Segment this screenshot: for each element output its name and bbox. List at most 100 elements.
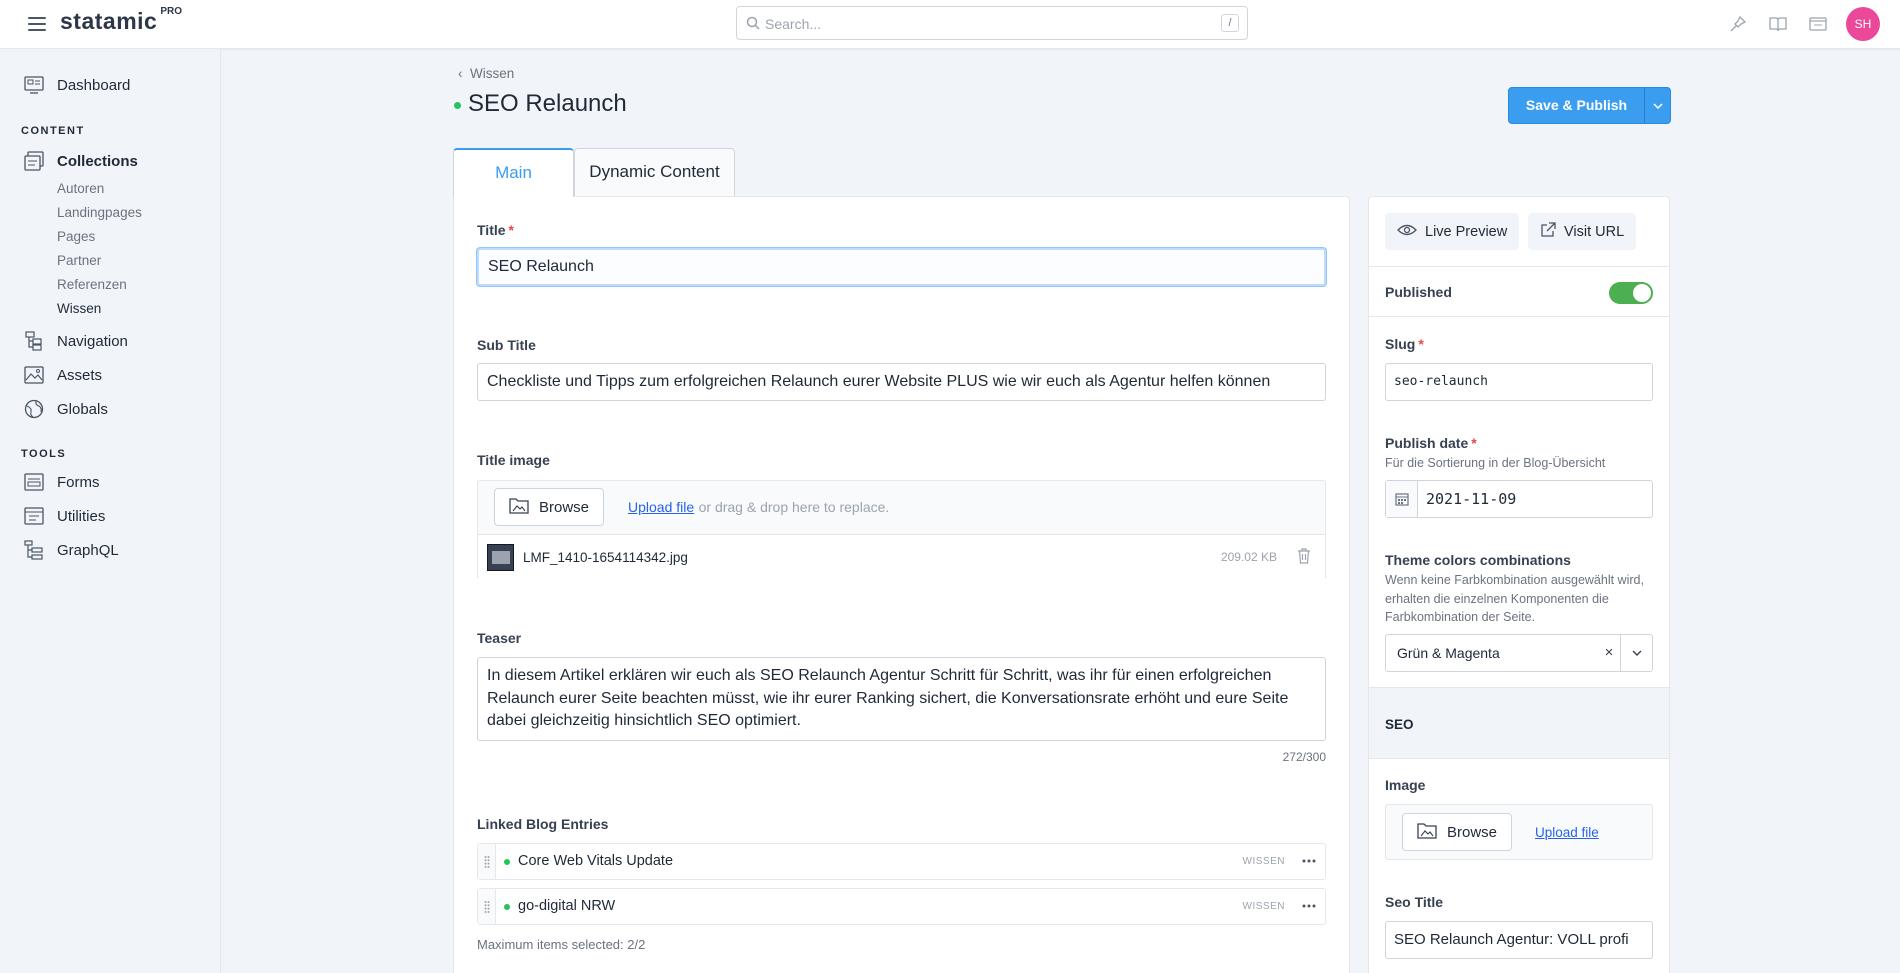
navigation-icon [24,331,44,351]
search-input[interactable]: Search... / [736,6,1248,40]
sidebar-label-assets: Assets [57,366,103,384]
theme-colors-help: Wenn keine Farbkombination ausgewählt wi… [1385,573,1644,624]
hamburger-menu-icon[interactable] [28,17,46,31]
sidebar-subitem-referenzen[interactable]: Referenzen [57,277,127,292]
file-thumbnail[interactable] [487,544,514,571]
save-publish-label: Save & Publish [1525,97,1628,113]
theme-colors-value: Grün & Magenta [1397,645,1500,661]
content-heading: CONTENT [21,125,85,137]
sidebar-label-forms: Forms [57,473,100,491]
globe-icon [24,399,44,419]
theme-colors-label: Theme colors combinations [1385,552,1571,568]
save-publish-button[interactable]: Save & Publish [1508,87,1671,124]
sidebar-item-forms[interactable]: Forms [24,472,100,492]
teaser-textarea[interactable]: In diesem Artikel erklären wir euch als … [477,657,1326,741]
chevron-down-icon[interactable] [1644,88,1670,123]
graphql-icon [24,540,44,560]
published-toggle[interactable] [1609,282,1653,304]
sidebar-item-graphql[interactable]: GraphQL [24,540,119,560]
file-size: 209.02 KB [1220,550,1277,564]
published-label: Published [1385,284,1452,300]
linked-blog-entries-label: Linked Blog Entries [477,816,609,832]
seo-section-header: SEO [1369,687,1669,759]
logo[interactable]: statamic PRO [60,6,182,35]
live-preview-icon [1397,222,1417,242]
sidebar-label-graphql: GraphQL [57,541,119,559]
sidebar-subitem-partner[interactable]: Partner [57,253,101,268]
sidebar-label-utilities: Utilities [57,507,106,525]
linked-entry-collection: WISSEN [1242,856,1285,867]
sidebar-subitem-autoren[interactable]: Autoren [57,181,104,196]
tools-heading: TOOLS [21,448,67,460]
tab-main[interactable]: Main [453,148,574,197]
search-icon [746,16,760,35]
linked-entry-row[interactable]: Core Web Vitals Update WISSEN [477,843,1326,880]
sidebar-subitem-wissen[interactable]: Wissen [57,301,101,316]
sidebar-item-utilities[interactable]: Utilities [24,506,105,526]
drag-handle-icon[interactable] [478,844,496,879]
live-preview-button[interactable]: Live Preview [1385,213,1520,250]
breadcrumb[interactable]: ‹ Wissen [458,66,514,81]
seo-image-uploader: Browse Upload file [1385,804,1653,860]
browse-button[interactable]: Browse [494,488,605,526]
pin-icon[interactable] [1718,7,1758,41]
tab-dynamic-content[interactable]: Dynamic Content [574,148,735,196]
title-image-uploader: Browse Upload file or drag & drop here t… [477,480,1326,580]
linked-entry-title[interactable]: go-digital NRW [518,898,615,914]
sidebar-item-navigation[interactable]: Navigation [24,331,128,351]
utilities-icon [24,506,44,526]
title-input[interactable]: SEO Relaunch [477,248,1326,286]
search-placeholder: Search... [765,16,822,32]
view-site-icon[interactable] [1798,7,1838,41]
external-link-icon [1540,221,1556,242]
subtitle-label: Sub Title [477,337,536,353]
docs-book-icon[interactable] [1758,7,1798,41]
publish-sidebar: Live Preview Visit URL Published Slug * s… [1368,196,1670,973]
clear-selection-icon[interactable]: × [1598,635,1620,671]
title-label: Title * [477,222,514,238]
sidebar-item-collections[interactable]: Collections [24,151,138,171]
sidebar-label-globals: Globals [57,400,108,418]
slug-input[interactable]: seo-relaunch [1385,363,1653,401]
published-status-dot [454,102,461,109]
seo-upload-file-link[interactable]: Upload file [1535,825,1599,840]
edition-badge: PRO [160,6,182,18]
forms-icon [24,472,44,492]
visit-url-button[interactable]: Visit URL [1528,213,1637,250]
seo-browse-button[interactable]: Browse [1402,813,1513,851]
linked-entry-row[interactable]: go-digital NRW WISSEN [477,888,1326,925]
upload-file-link[interactable]: Upload file [628,499,694,515]
publish-date-input[interactable]: 2021-11-09 [1385,480,1653,518]
publish-date-value: 2021-11-09 [1426,490,1517,508]
seo-image-label: Image [1385,777,1426,793]
more-options-icon[interactable] [1301,897,1317,920]
sidebar: Dashboard CONTENT Collections Autoren La… [0,49,221,973]
sidebar-item-assets[interactable]: Assets [24,365,102,385]
page-title: SEO Relaunch [468,90,627,117]
sidebar-subitem-pages[interactable]: Pages [57,229,95,244]
more-options-icon[interactable] [1301,852,1317,875]
theme-colors-select[interactable]: Grün & Magenta × [1385,634,1653,672]
asset-file-row[interactable]: LMF_1410-1654114342.jpg 209.02 KB [478,535,1325,580]
top-bar: statamic PRO Search... / SH [0,0,1900,49]
sidebar-label-navigation: Navigation [57,332,128,350]
subtitle-input[interactable]: Checkliste und Tipps zum erfolgreichen R… [477,363,1326,401]
linked-entry-collection: WISSEN [1242,901,1285,912]
teaser-char-counter: 272/300 [1282,750,1326,764]
teaser-label: Teaser [477,630,522,646]
seo-title-input[interactable]: SEO Relaunch Agentur: VOLL profi [1385,921,1653,959]
chevron-down-icon[interactable] [1620,635,1652,671]
calendar-icon[interactable] [1386,481,1418,517]
entry-status-dot [504,859,510,865]
trash-icon[interactable] [1297,548,1311,569]
drag-handle-icon[interactable] [478,889,496,924]
sidebar-item-dashboard[interactable]: Dashboard [24,75,130,95]
sidebar-item-globals[interactable]: Globals [24,399,108,419]
collections-icon [24,151,44,171]
slug-label: Slug * [1385,336,1424,352]
search-shortcut: / [1221,14,1239,32]
sidebar-subitem-landingpages[interactable]: Landingpages [57,205,142,220]
user-avatar[interactable]: SH [1846,7,1880,41]
sidebar-label-collections: Collections [57,152,138,170]
linked-entry-title[interactable]: Core Web Vitals Update [518,853,673,869]
